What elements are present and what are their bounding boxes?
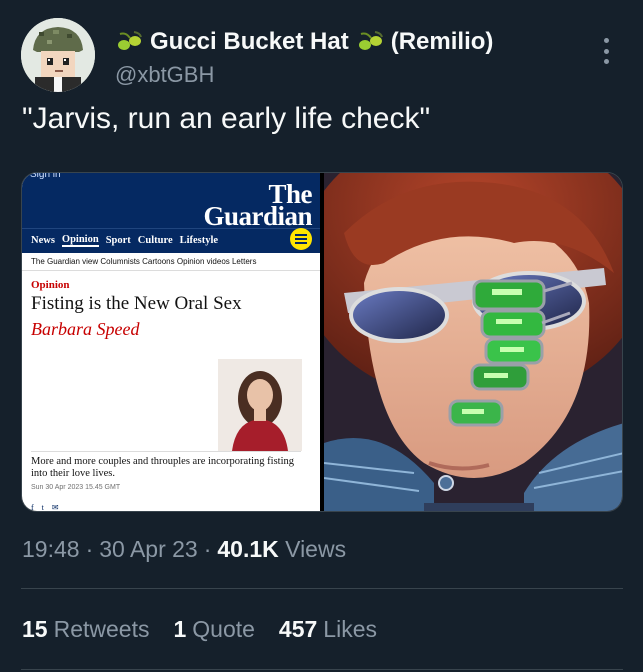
engagement-stats: 15 Retweets 1 Quote 457 Likes bbox=[22, 616, 377, 643]
guardian-nav-item: Lifestyle bbox=[179, 235, 219, 246]
guardian-headline: Fisting is the New Oral Sex bbox=[31, 293, 242, 314]
email-icon: ✉ bbox=[51, 503, 59, 512]
tweet-text: "Jarvis, run an early life check" bbox=[22, 102, 431, 135]
guardian-nav: News Opinion Sport Culture Lifestyle bbox=[22, 228, 320, 252]
retweets-stat[interactable]: 15 Retweets bbox=[22, 616, 149, 643]
tweet-timestamp: 19:48 · 30 Apr 23 · 40.1K Views bbox=[22, 536, 346, 563]
separator-dot: · bbox=[85, 536, 94, 562]
separator-dot: · bbox=[203, 536, 212, 562]
guardian-date: Sun 30 Apr 2023 15.45 GMT bbox=[31, 484, 121, 491]
more-options-button[interactable] bbox=[596, 36, 616, 66]
divider bbox=[21, 669, 623, 670]
display-name: Gucci Bucket Hat bbox=[150, 28, 349, 55]
divider bbox=[21, 588, 623, 589]
facebook-icon: f bbox=[31, 503, 34, 512]
quotes-stat[interactable]: 1 Quote bbox=[173, 616, 254, 643]
guardian-subnav: The Guardian view Columnists Cartoons Op… bbox=[22, 253, 320, 271]
guardian-nav-item: Culture bbox=[137, 235, 173, 246]
guardian-signin: Sign in bbox=[30, 172, 61, 180]
guardian-standfirst: More and more couples and throuples are … bbox=[31, 451, 301, 480]
guardian-logo-line2: Guardian bbox=[203, 201, 312, 231]
guardian-nav-item: Sport bbox=[105, 235, 131, 246]
likes-label: Likes bbox=[323, 616, 377, 642]
guardian-article-image[interactable]: Sign in The Guardian News Opinion Sport … bbox=[22, 173, 320, 512]
guardian-byline: Barbara Speed bbox=[31, 319, 140, 339]
tweet-date[interactable]: 30 Apr 23 bbox=[99, 536, 197, 563]
display-name-suffix: (Remilio) bbox=[390, 28, 494, 55]
views-count: 40.1K bbox=[217, 536, 279, 562]
tweet-time[interactable]: 19:48 bbox=[22, 536, 80, 563]
avatar[interactable] bbox=[21, 18, 95, 92]
author-name[interactable]: Gucci Bucket Hat (Remilio) bbox=[114, 27, 493, 57]
more-dot-icon bbox=[603, 38, 609, 43]
guardian-share-icons: f t ✉ bbox=[31, 503, 59, 512]
retweets-label: Retweets bbox=[53, 616, 150, 642]
menu-icon bbox=[290, 228, 312, 250]
tweet-media[interactable]: Sign in The Guardian News Opinion Sport … bbox=[21, 172, 623, 512]
guardian-kicker: Opinion bbox=[31, 279, 70, 291]
views[interactable]: 40.1K Views bbox=[217, 536, 346, 563]
cyber-goggles-kid-image[interactable] bbox=[324, 173, 622, 511]
more-dot-icon bbox=[603, 59, 609, 64]
guardian-nav-item: News bbox=[31, 235, 55, 246]
guardian-header: Sign in The Guardian News Opinion Sport … bbox=[22, 173, 320, 253]
views-label: Views bbox=[285, 536, 347, 562]
likes-stat[interactable]: 457 Likes bbox=[279, 616, 377, 643]
author-photo bbox=[218, 359, 302, 451]
retweets-count: 15 bbox=[22, 616, 48, 642]
twitter-icon: t bbox=[41, 503, 44, 512]
author-handle[interactable]: @xbtGBH bbox=[115, 62, 214, 88]
olive-icon bbox=[358, 31, 383, 50]
pixel-soldier-avatar-icon bbox=[21, 18, 95, 92]
quotes-count: 1 bbox=[173, 616, 187, 642]
more-dot-icon bbox=[603, 48, 609, 54]
likes-count: 457 bbox=[278, 616, 318, 642]
guardian-logo: The Guardian bbox=[203, 181, 312, 231]
olive-icon bbox=[118, 31, 142, 50]
quotes-label: Quote bbox=[192, 616, 255, 642]
guardian-nav-item: Opinion bbox=[61, 234, 99, 247]
